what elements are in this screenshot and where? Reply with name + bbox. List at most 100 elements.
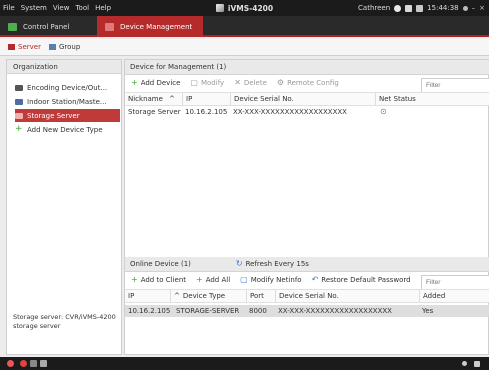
- column-serial[interactable]: Device Serial No.: [275, 290, 423, 302]
- column-net-status[interactable]: Net Status: [375, 93, 427, 105]
- tab-control-panel[interactable]: Control Panel: [8, 16, 96, 37]
- table-row[interactable]: 10.16.2.105 STORAGE-SERVER 8000 XX-XXX-X…: [125, 305, 489, 317]
- storage-server-icon: [15, 112, 23, 119]
- lock-icon[interactable]: [394, 4, 402, 12]
- modify-icon: ▢: [240, 275, 248, 284]
- pin-icon[interactable]: [462, 361, 467, 366]
- menu-tool[interactable]: Tool: [75, 4, 89, 12]
- organization-header: Organization: [7, 60, 121, 74]
- modify-button[interactable]: ▢ Modify: [190, 78, 224, 88]
- tab-server[interactable]: Server: [8, 43, 41, 51]
- online-device-header: Online Device (1) ↻ Refresh Every 15s: [125, 257, 489, 272]
- refresh-icon[interactable]: ↻: [236, 257, 243, 271]
- device-filter-input[interactable]: [421, 78, 489, 93]
- cell-serial: XX-XXX-XXXXXXXXXXXXXXXXXX: [278, 307, 392, 315]
- menu-bar: File System View Tool Help: [3, 0, 117, 16]
- add-to-client-button[interactable]: + Add to Client: [131, 275, 186, 285]
- event-icon[interactable]: [20, 360, 27, 367]
- add-all-button[interactable]: + Add All: [196, 275, 231, 285]
- cell-added: Yes: [422, 307, 434, 315]
- tab-group[interactable]: Group: [48, 43, 81, 51]
- device-management-title: Device for Management (1): [125, 60, 489, 75]
- delete-button[interactable]: ✕ Delete: [234, 79, 267, 88]
- sort-asc-icon: ^: [174, 292, 180, 300]
- restore-label: Restore Default Password: [321, 276, 411, 284]
- modify-netinfo-label: Modify Netinfo: [250, 276, 302, 284]
- indoor-station-icon: [15, 98, 23, 105]
- cell-ip: 10.16.2.105: [185, 108, 228, 116]
- tree-item-label: Add New Device Type: [27, 125, 103, 134]
- gear-icon: ⚙: [276, 78, 285, 87]
- tree-item-encoding-device[interactable]: Encoding Device/Out...: [15, 81, 120, 94]
- column-nickname[interactable]: Nickname ^: [125, 93, 185, 105]
- delete-label: Delete: [243, 79, 267, 87]
- cell-device-type: STORAGE-SERVER: [176, 307, 240, 315]
- column-added[interactable]: Added: [419, 290, 489, 302]
- menu-file[interactable]: File: [3, 4, 15, 12]
- remote-config-button[interactable]: ⚙ Remote Config: [276, 78, 339, 88]
- online-status-icon: ⊙: [380, 107, 387, 116]
- encoder-icon: [15, 84, 23, 91]
- tab-label: Group: [58, 43, 81, 51]
- plus-icon: +: [196, 275, 203, 284]
- menu-help[interactable]: Help: [95, 4, 111, 12]
- column-ip[interactable]: IP: [182, 93, 234, 105]
- device-panel: Device for Management (1) + Add Device ▢…: [124, 59, 489, 355]
- column-device-type[interactable]: ^ Device Type: [170, 290, 250, 302]
- tree-item-label: Encoding Device/Out...: [27, 83, 108, 92]
- modify-netinfo-button[interactable]: ▢ Modify Netinfo: [240, 275, 302, 285]
- cell-port: 8000: [249, 307, 267, 315]
- device-management-icon: [105, 22, 114, 31]
- restore-icon: ↶: [311, 275, 319, 284]
- cell-serial: XX-XXX-XXXXXXXXXXXXXXXXXX: [233, 108, 347, 116]
- organization-panel: Organization Encoding Device/Out... Indo…: [6, 59, 122, 355]
- tab-label: Control Panel: [23, 22, 70, 31]
- online-filter-input[interactable]: [421, 275, 489, 290]
- add-all-label: Add All: [205, 276, 231, 284]
- alarm-icon[interactable]: [7, 360, 14, 367]
- group-icon: [48, 44, 56, 50]
- add-device-button[interactable]: + Add Device: [131, 78, 181, 88]
- list-icon[interactable]: [416, 4, 424, 12]
- main-tab-bar: Control Panel Device Management: [0, 16, 489, 37]
- tree-item-indoor-station[interactable]: Indoor Station/Maste...: [15, 95, 120, 108]
- user-icon[interactable]: [462, 5, 468, 11]
- settings-icon[interactable]: [40, 360, 47, 367]
- cell-nickname: Storage Server: [128, 108, 181, 116]
- clock: 15:44:38: [427, 4, 459, 12]
- table-row[interactable]: Storage Server 10.16.2.105 XX-XXX-XXXXXX…: [125, 106, 489, 118]
- tree-item-label: Storage Server: [27, 111, 80, 120]
- device-table-header: Nickname ^ IP Device Serial No. Net Statu…: [125, 92, 489, 106]
- close-icon[interactable]: ×: [479, 4, 485, 12]
- tab-label: Device Management: [120, 22, 193, 31]
- menu-view[interactable]: View: [53, 4, 70, 12]
- monitor-icon[interactable]: [405, 4, 413, 12]
- tab-label: Server: [18, 43, 41, 51]
- user-name: Cathreen: [358, 4, 391, 12]
- cell-ip: 10.16.2.105: [128, 307, 171, 315]
- add-device-label: Add Device: [140, 79, 181, 87]
- bottom-bar: [0, 357, 489, 370]
- add-to-client-label: Add to Client: [140, 276, 186, 284]
- tree-item-label: Indoor Station/Maste...: [27, 97, 107, 106]
- plus-icon: +: [131, 78, 138, 87]
- column-serial[interactable]: Device Serial No.: [230, 93, 379, 105]
- remote-config-label: Remote Config: [287, 79, 339, 87]
- column-label: Device Type: [182, 292, 226, 300]
- system-status: Cathreen 15:44:38 – ×: [354, 0, 485, 16]
- tab-device-management[interactable]: Device Management: [97, 16, 203, 37]
- column-ip[interactable]: IP: [125, 290, 173, 302]
- plus-icon: +: [131, 275, 138, 284]
- restore-password-button[interactable]: ↶ Restore Default Password: [311, 275, 411, 285]
- server-icon: [8, 44, 15, 50]
- menu-system[interactable]: System: [21, 4, 47, 12]
- tree-item-storage-server[interactable]: Storage Server: [15, 109, 120, 122]
- modify-icon: ▢: [190, 78, 198, 87]
- refresh-interval[interactable]: Refresh Every 15s: [246, 257, 309, 271]
- sub-tab-bar: Server Group: [0, 39, 489, 56]
- tree-item-add-new-device-type[interactable]: + Add New Device Type: [15, 123, 120, 136]
- selected-type-description: Storage server: CVR/iVMS-4200 storage se…: [13, 313, 116, 330]
- expand-icon[interactable]: [474, 361, 480, 367]
- log-icon[interactable]: [30, 360, 37, 367]
- minimize-icon[interactable]: –: [472, 4, 476, 12]
